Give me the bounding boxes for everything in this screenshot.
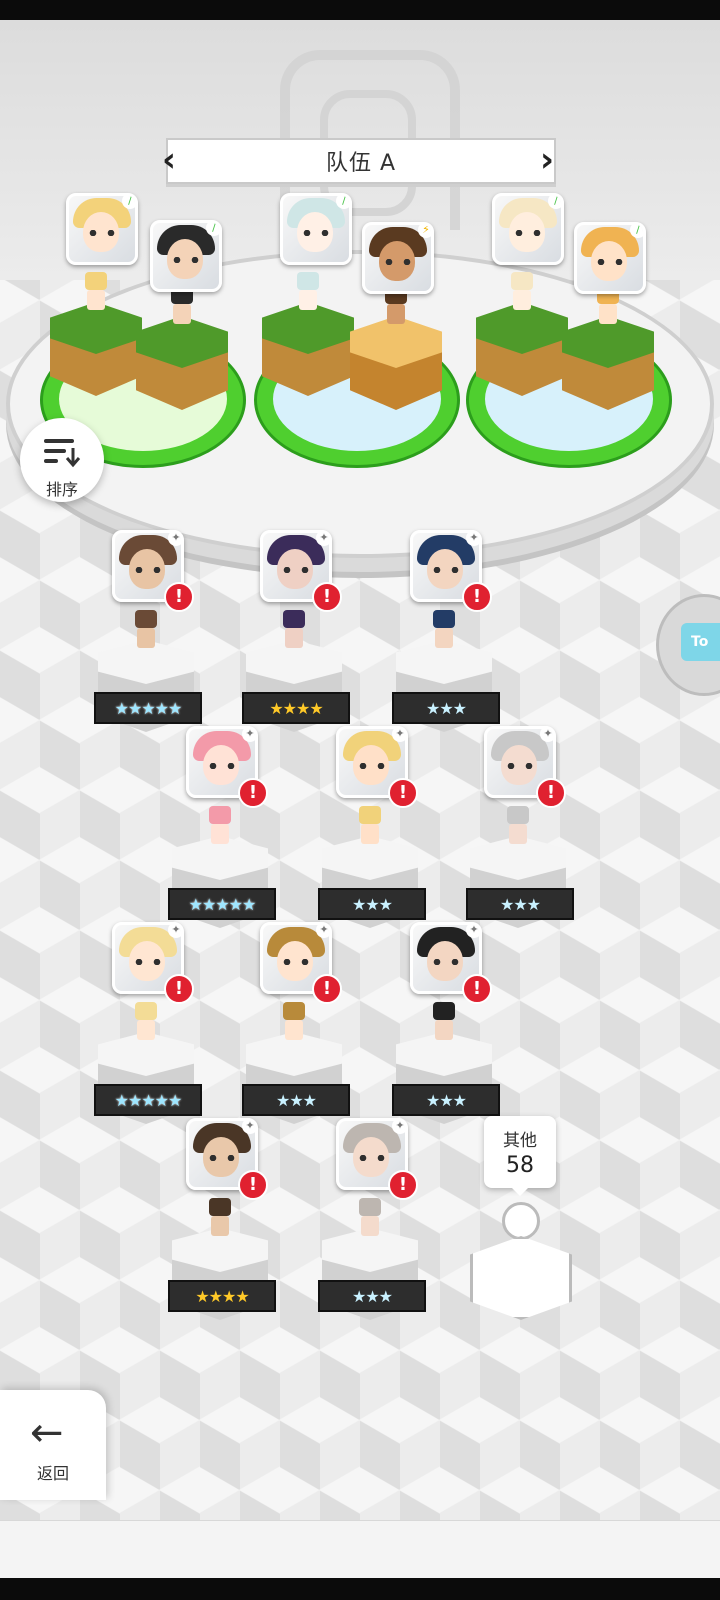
- alert-badge: !: [462, 974, 492, 1004]
- team-member-sprite: [81, 272, 111, 312]
- team-member-portrait[interactable]: /: [150, 220, 222, 292]
- star-rating: ★★★: [318, 888, 426, 920]
- roster-character-sprite: [503, 806, 533, 846]
- alert-badge: !: [312, 974, 342, 1004]
- team-member-sprite: [507, 272, 537, 312]
- team-member-portrait[interactable]: /: [574, 222, 646, 294]
- star-rating: ★★★: [392, 1084, 500, 1116]
- other-characters-count[interactable]: 其他 58: [484, 1116, 556, 1196]
- alert-badge: !: [164, 582, 194, 612]
- alert-badge: !: [462, 582, 492, 612]
- roster-character-sprite: [429, 610, 459, 650]
- roster-pedestal[interactable]: ★★★: [318, 836, 426, 936]
- star-rating: ★★★★★: [168, 888, 276, 920]
- roster-pedestal[interactable]: ★★★★★: [94, 1032, 202, 1132]
- team-slot-block[interactable]: [350, 316, 442, 412]
- team-member-sprite: [167, 286, 197, 326]
- other-count: 58: [506, 1153, 534, 1178]
- roster-character-sprite: [279, 1002, 309, 1042]
- team-member-sprite: [293, 272, 323, 312]
- roster-pedestal[interactable]: ★★★: [318, 1228, 426, 1328]
- alert-badge: !: [238, 1170, 268, 1200]
- roster-pedestal[interactable]: ★★★: [392, 1032, 500, 1132]
- roster-character-sprite: [429, 1002, 459, 1042]
- star-rating: ★★★: [466, 888, 574, 920]
- roster-pedestal[interactable]: ★★★: [466, 836, 574, 936]
- roster-character-sprite: [131, 1002, 161, 1042]
- team-member-portrait[interactable]: /: [66, 193, 138, 265]
- sort-button[interactable]: 排序: [20, 418, 104, 502]
- team-slot-block[interactable]: [136, 316, 228, 412]
- star-rating: ★★★★★: [94, 1084, 202, 1116]
- alert-badge: !: [388, 1170, 418, 1200]
- team-slot-block[interactable]: [50, 302, 142, 398]
- roster-pedestal[interactable]: ★★★: [392, 640, 500, 740]
- side-tab-label: To: [681, 623, 720, 661]
- system-nav-bar: [0, 1578, 720, 1600]
- other-label: 其他: [503, 1131, 537, 1151]
- star-rating: ★★★: [318, 1280, 426, 1312]
- team-slot-block[interactable]: [262, 302, 354, 398]
- team-member-portrait[interactable]: /: [492, 193, 564, 265]
- roster-character-sprite: [131, 610, 161, 650]
- chevron-right-icon[interactable]: ›: [536, 138, 558, 182]
- sort-icon: [44, 439, 81, 468]
- team-name-banner[interactable]: 队伍 A: [166, 138, 556, 184]
- roster-pedestal[interactable]: ★★★: [242, 1032, 350, 1132]
- sort-label: 排序: [45, 480, 78, 499]
- star-rating: ★★★: [242, 1084, 350, 1116]
- alert-badge: !: [164, 974, 194, 1004]
- roster-pedestal[interactable]: ★★★★★: [168, 836, 276, 936]
- roster-character-sprite: [355, 1198, 385, 1238]
- team-member-portrait[interactable]: ⚡: [362, 222, 434, 294]
- bottom-strip: [0, 1520, 720, 1579]
- team-member-portrait[interactable]: /: [280, 193, 352, 265]
- star-rating: ★★★★: [168, 1280, 276, 1312]
- roster-pedestal[interactable]: ★★★★: [242, 640, 350, 740]
- star-rating: ★★★★: [242, 692, 350, 724]
- back-button[interactable]: ← 返回: [0, 1390, 106, 1500]
- alert-badge: !: [312, 582, 342, 612]
- star-rating: ★★★★★: [94, 692, 202, 724]
- roster-character-sprite: [205, 806, 235, 846]
- arrow-left-icon: ←: [30, 1410, 64, 1456]
- status-bar: [0, 0, 720, 20]
- team-slot-block[interactable]: [476, 302, 568, 398]
- roster-pedestal[interactable]: ★★★★★: [94, 640, 202, 740]
- star-rating: ★★★: [392, 692, 500, 724]
- back-label: 返回: [36, 1464, 69, 1483]
- chevron-left-icon[interactable]: ‹: [158, 138, 180, 182]
- alert-badge: !: [388, 778, 418, 808]
- alert-badge: !: [536, 778, 566, 808]
- roster-pedestal[interactable]: ★★★★: [168, 1228, 276, 1328]
- roster-character-sprite: [355, 806, 385, 846]
- roster-character-sprite: [279, 610, 309, 650]
- team-title: 队伍 A: [325, 151, 397, 176]
- placeholder-pedestal[interactable]: [470, 1196, 572, 1320]
- roster-character-sprite: [205, 1198, 235, 1238]
- team-slot-block[interactable]: [562, 316, 654, 412]
- alert-badge: !: [238, 778, 268, 808]
